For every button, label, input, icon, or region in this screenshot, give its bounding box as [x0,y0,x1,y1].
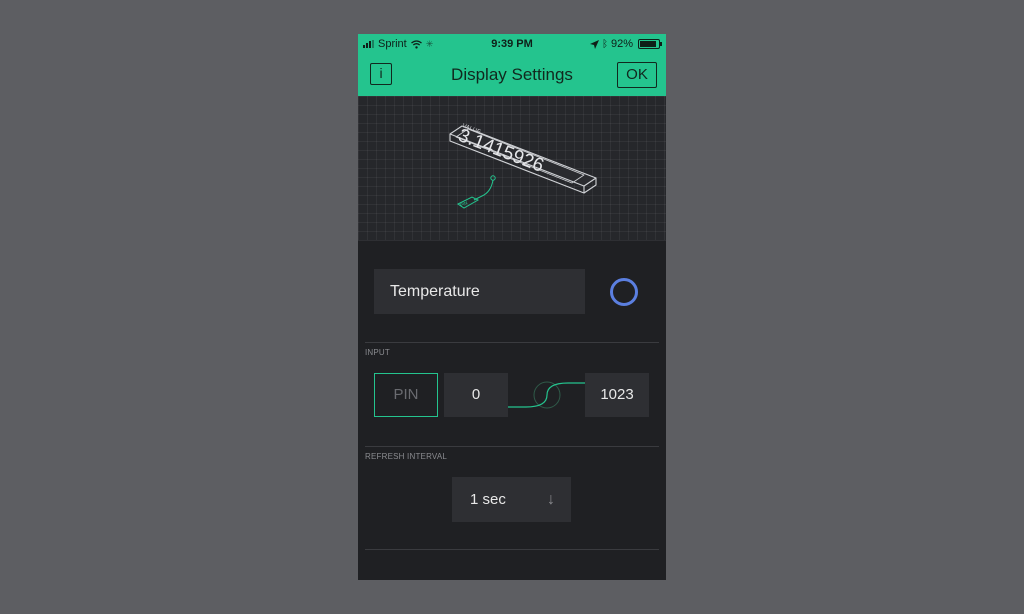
bluetooth-icon: ᛒ [601,38,608,50]
preview-value-text: 3.1415926 [455,125,546,177]
color-picker-button[interactable] [610,278,638,306]
header-bar: i Display Settings OK [358,54,666,96]
mapping-curve-icon[interactable] [508,373,586,417]
phone-screen: Sprint ✳ 9:39 PM ᛒ 92% i Display Setting… [358,34,666,580]
refresh-interval-label: REFRESH INTERVAL [365,452,448,461]
location-icon [589,39,599,49]
refresh-interval-select[interactable]: 1 sec ↓ [452,477,571,522]
battery-percent: 92% [610,38,633,50]
divider [365,342,659,343]
divider [365,549,659,550]
ok-button[interactable]: OK [617,62,657,88]
input-section-label: INPUT [365,348,390,357]
refresh-interval-value: 1 sec [470,491,506,508]
widget-preview: VALUE 3.1415926 PIN [358,96,666,241]
divider [365,446,659,447]
pin-select-button[interactable]: PIN [374,373,438,417]
battery-icon [638,39,662,49]
arrow-down-icon: ↓ [547,491,555,508]
value-display-illustration: VALUE 3.1415926 PIN [449,123,597,209]
min-value-input[interactable]: 0 [444,373,508,417]
widget-name-input[interactable]: Temperature [374,269,585,314]
max-value-input[interactable]: 1023 [585,373,649,417]
status-bar: Sprint ✳ 9:39 PM ᛒ 92% [358,34,666,54]
